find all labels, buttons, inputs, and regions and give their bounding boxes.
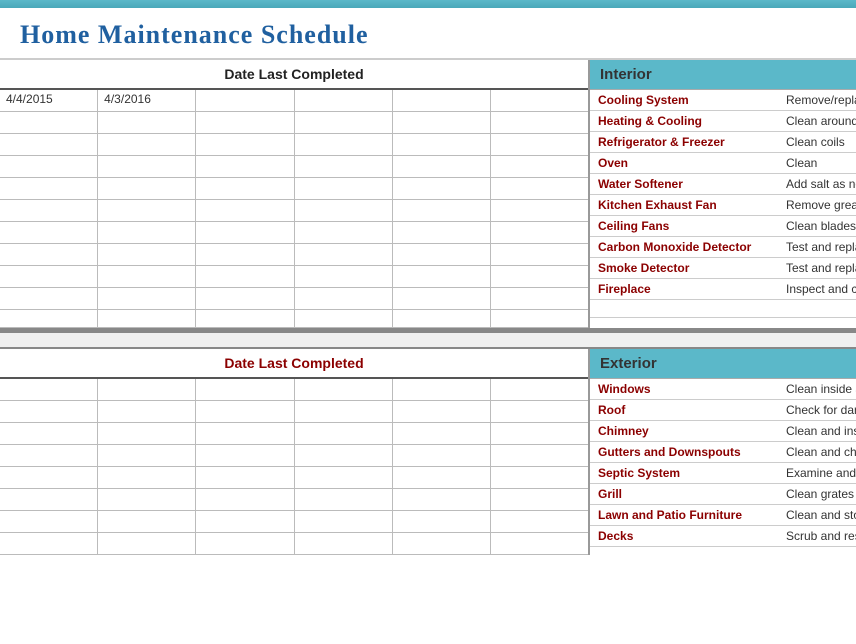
list-item: Heating & Cooling Clean around units [590,111,856,132]
list-item: Grill Clean grates [590,484,856,505]
list-item [590,300,856,318]
item-decks-action: Scrub and reseal [780,526,856,546]
top-date-header: Date Last Completed [0,60,588,90]
item-septic: Septic System [590,463,780,483]
bot-date-row-3 [0,423,588,445]
item-water-softener: Water Softener [590,174,780,194]
date-cell-1-6 [491,90,588,111]
header-bar [0,0,856,8]
item-smoke-action: Test and replace batteries [780,258,856,278]
date-row-10 [0,288,588,310]
item-co-detector: Carbon Monoxide Detector [590,237,780,257]
item-gutters-action: Clean and check [780,442,856,462]
list-item: Lawn and Patio Furniture Clean and store [590,505,856,526]
bottom-date-section: Date Last Completed [0,349,588,555]
date-cell-1-1: 4/4/2015 [0,90,98,111]
item-chimney-action: Clean and inspect [780,421,856,441]
date-row-5 [0,178,588,200]
item-decks: Decks [590,526,780,546]
item-oven-action: Clean [780,153,856,173]
item-kitchen-action: Remove grease filter [780,195,856,215]
title-row: Home Maintenance Schedule [0,8,856,60]
bot-date-row-4 [0,445,588,467]
date-row-4 [0,156,588,178]
date-row-2 [0,112,588,134]
item-windows-action: Clean inside and out [780,379,856,399]
date-cell-1-4 [295,90,393,111]
item-chimney: Chimney [590,421,780,441]
item-smoke-detector: Smoke Detector [590,258,780,278]
date-row-9 [0,266,588,288]
item-water-action: Add salt as needed [780,174,856,194]
list-item: Carbon Monoxide Detector Test and replac… [590,237,856,258]
date-row-1: 4/4/2015 4/3/2016 [0,90,588,112]
list-item: Ceiling Fans Clean blades [590,216,856,237]
item-kitchen-exhaust: Kitchen Exhaust Fan [590,195,780,215]
list-item: Fireplace Inspect and clean [590,279,856,300]
list-item: Chimney Clean and inspect [590,421,856,442]
date-cell-1-5 [393,90,491,111]
item-fireplace-action: Inspect and clean [780,279,856,299]
item-grill: Grill [590,484,780,504]
item-lawn-action: Clean and store [780,505,856,525]
item-refrigerator-action: Clean coils [780,132,856,152]
list-item: Decks Scrub and reseal [590,526,856,547]
list-item: Water Softener Add salt as needed [590,174,856,195]
interior-header: Interior [590,60,856,90]
bot-date-row-5 [0,467,588,489]
list-item: Oven Clean [590,153,856,174]
bot-date-row-1 [0,379,588,401]
list-item: Windows Clean inside and out [590,379,856,400]
date-row-8 [0,244,588,266]
list-item: Septic System Examine and pump [590,463,856,484]
date-row-6 [0,200,588,222]
item-oven: Oven [590,153,780,173]
item-gutters: Gutters and Downspouts [590,442,780,462]
date-row-7 [0,222,588,244]
bot-date-row-6 [0,489,588,511]
bottom-date-header: Date Last Completed [0,349,588,379]
item-grill-action: Clean grates [780,484,856,504]
section-gap [0,331,856,349]
exterior-header: Exterior [590,349,856,379]
list-item: Smoke Detector Test and replace batterie… [590,258,856,279]
item-roof-action: Check for damage [780,400,856,420]
date-row-3 [0,134,588,156]
list-item: Cooling System Remove/replace filters [590,90,856,111]
list-item: Roof Check for damage [590,400,856,421]
bot-date-row-7 [0,511,588,533]
item-windows: Windows [590,379,780,399]
list-item: Refrigerator & Freezer Clean coils [590,132,856,153]
date-cell-1-3 [196,90,294,111]
bot-date-row-8 [0,533,588,555]
item-fireplace: Fireplace [590,279,780,299]
date-row-11 [0,310,588,328]
item-cooling-action: Remove/replace filters [780,90,856,110]
date-cell-1-2: 4/3/2016 [98,90,196,111]
interior-section: Interior Cooling System Remove/replace f… [588,60,856,328]
item-lawn-furniture: Lawn and Patio Furniture [590,505,780,525]
item-cooling-system: Cooling System [590,90,780,110]
item-heating-cooling: Heating & Cooling [590,111,780,131]
bot-date-row-2 [0,401,588,423]
item-refrigerator: Refrigerator & Freezer [590,132,780,152]
page-title: Home Maintenance Schedule [20,20,836,50]
item-roof: Roof [590,400,780,420]
item-co-action: Test and replace batteries [780,237,856,257]
list-item: Gutters and Downspouts Clean and check [590,442,856,463]
exterior-section: Exterior Windows Clean inside and out Ro… [588,349,856,555]
item-ceiling-fans: Ceiling Fans [590,216,780,236]
list-item: Kitchen Exhaust Fan Remove grease filter [590,195,856,216]
item-ceiling-action: Clean blades [780,216,856,236]
item-septic-action: Examine and pump [780,463,856,483]
item-heating-action: Clean around units [780,111,856,131]
top-date-section: Date Last Completed 4/4/2015 4/3/2016 [0,60,588,328]
